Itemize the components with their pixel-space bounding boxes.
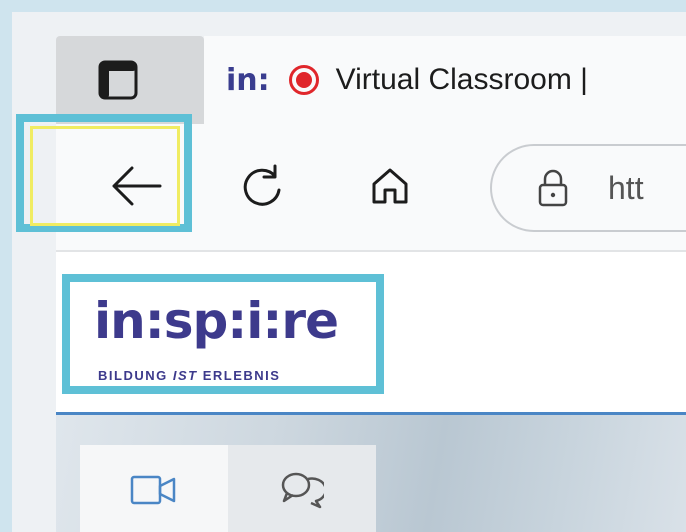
classroom-tabs xyxy=(80,445,380,532)
tab-actions-button[interactable] xyxy=(56,36,204,124)
video-icon xyxy=(130,475,176,505)
tab-title: Virtual Classroom | xyxy=(335,63,588,96)
back-button-focus-ring xyxy=(30,126,180,226)
chat-icon xyxy=(281,472,324,509)
browser-window: in: Virtual Classroom | htt in:sp:i:re B… xyxy=(12,12,686,532)
browser-tab-active[interactable]: in: Virtual Classroom | xyxy=(204,36,686,124)
hero-area xyxy=(56,415,686,532)
tab-strip: in: Virtual Classroom | xyxy=(12,12,686,124)
site-logo[interactable]: in:sp:i:re BILDUNG IST ERLEBNIS xyxy=(62,274,384,394)
tab-favicon: in: xyxy=(226,62,270,98)
url-text: htt xyxy=(608,169,644,206)
tab-video[interactable] xyxy=(80,445,228,532)
tab-chat[interactable] xyxy=(228,445,376,532)
logo-wordmark: in:sp:i:re xyxy=(94,292,339,350)
address-bar[interactable]: htt xyxy=(490,144,686,232)
record-icon xyxy=(288,65,319,95)
logo-tagline: BILDUNG IST ERLEBNIS xyxy=(98,368,281,383)
tab-actions-icon xyxy=(98,60,138,100)
site-header: in:sp:i:re BILDUNG IST ERLEBNIS xyxy=(56,252,686,415)
lock-icon xyxy=(538,169,568,207)
home-button[interactable] xyxy=(350,146,430,226)
home-icon xyxy=(372,168,408,204)
web-page: in:sp:i:re BILDUNG IST ERLEBNIS xyxy=(56,250,686,532)
reload-icon xyxy=(243,164,281,206)
reload-button[interactable] xyxy=(222,146,302,226)
